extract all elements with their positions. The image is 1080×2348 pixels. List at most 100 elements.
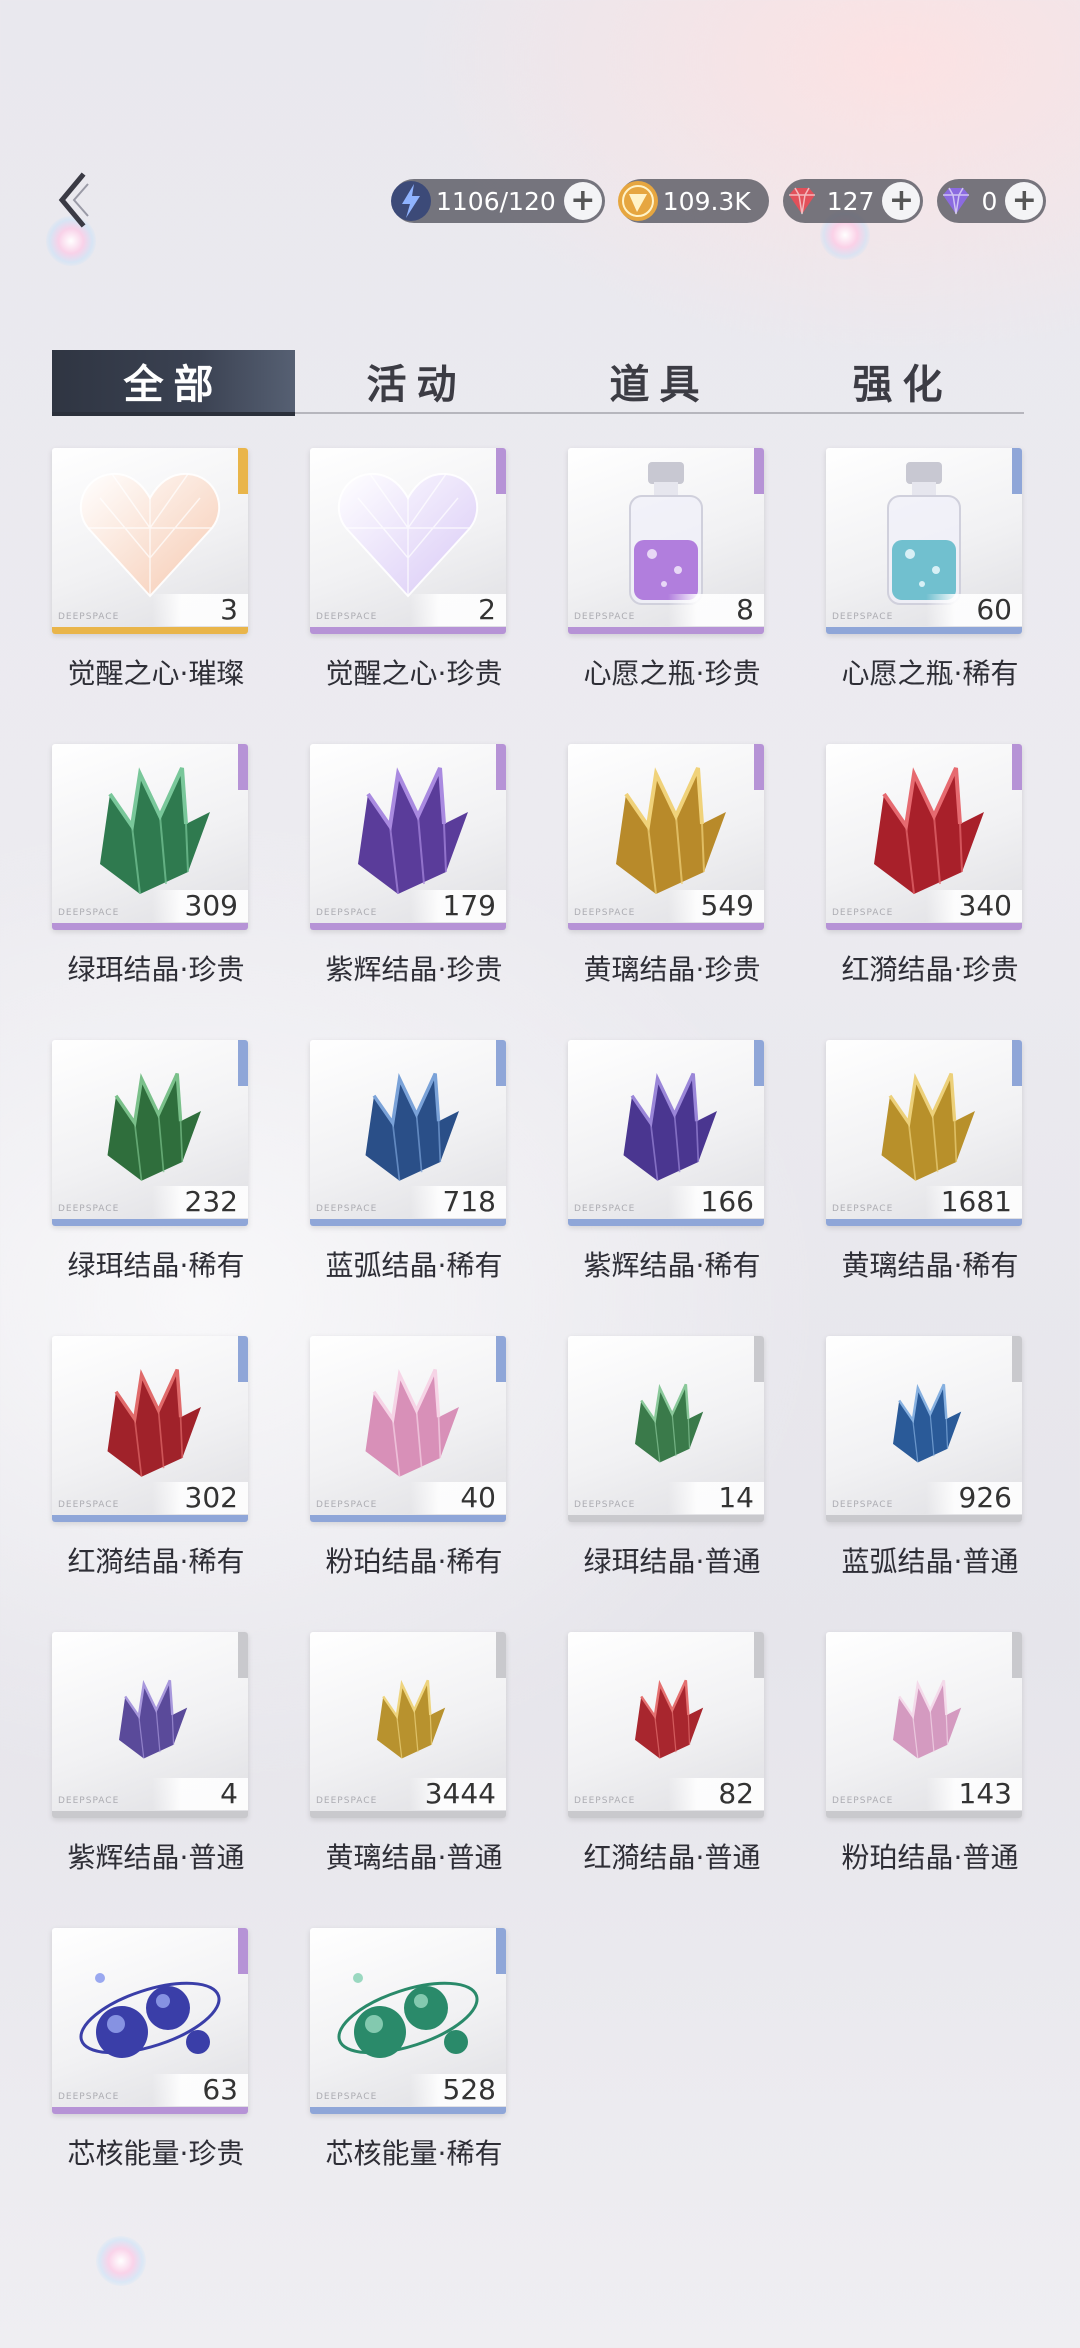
item-card[interactable]: DEEPSPACE 4: [52, 1632, 248, 1818]
currency-red-diamond: 127 +: [782, 179, 924, 223]
item-crystal-mid-icon: [844, 1050, 1004, 1200]
brand-watermark: DEEPSPACE: [58, 908, 120, 918]
inventory-item[interactable]: DEEPSPACE 2 觉醒之心·珍贵: [310, 448, 506, 744]
item-count: 166: [668, 1186, 764, 1218]
item-crystal-mid-icon: [328, 1050, 488, 1200]
inventory-item[interactable]: DEEPSPACE 40 粉珀结晶·稀有: [310, 1336, 506, 1632]
item-card[interactable]: DEEPSPACE 340: [826, 744, 1022, 930]
item-card[interactable]: DEEPSPACE 60: [826, 448, 1022, 634]
inventory-item[interactable]: DEEPSPACE 549 黄璃结晶·珍贵: [568, 744, 764, 1040]
inventory-item[interactable]: DEEPSPACE 4 紫辉结晶·普通: [52, 1632, 248, 1928]
inventory-item[interactable]: DEEPSPACE 179 紫辉结晶·珍贵: [310, 744, 506, 1040]
brand-watermark: DEEPSPACE: [832, 1204, 894, 1214]
add-currency-button[interactable]: +: [563, 182, 602, 220]
item-crystal-mid-icon: [328, 1346, 488, 1496]
inventory-item[interactable]: DEEPSPACE 63 芯核能量·珍贵: [52, 1928, 248, 2224]
item-count: 143: [926, 1778, 1022, 1810]
currency-value: 127: [826, 186, 875, 216]
item-crystal-small-icon: [586, 1642, 746, 1792]
inventory-item[interactable]: DEEPSPACE 926 蓝弧结晶·普通: [826, 1336, 1022, 1632]
brand-watermark: DEEPSPACE: [574, 612, 636, 622]
item-name: 绿珥结晶·稀有: [67, 1249, 245, 1282]
item-crystal-big-icon: [586, 754, 746, 904]
brand-watermark: DEEPSPACE: [574, 908, 636, 918]
item-card[interactable]: DEEPSPACE 8: [568, 448, 764, 634]
tab-3[interactable]: 强化: [781, 350, 1024, 412]
item-card[interactable]: DEEPSPACE 179: [310, 744, 506, 930]
inventory-item[interactable]: DEEPSPACE 3 觉醒之心·璀璨: [52, 448, 248, 744]
item-card[interactable]: DEEPSPACE 2: [310, 448, 506, 634]
inventory-item[interactable]: DEEPSPACE 1681 黄璃结晶·稀有: [826, 1040, 1022, 1336]
rarity-bar: [52, 923, 248, 930]
item-name: 紫辉结晶·普通: [67, 1841, 245, 1874]
rarity-bar: [52, 2107, 248, 2114]
item-name: 芯核能量·珍贵: [67, 2137, 245, 2170]
inventory-item[interactable]: DEEPSPACE 309 绿珥结晶·珍贵: [52, 744, 248, 1040]
item-card[interactable]: DEEPSPACE 302: [52, 1336, 248, 1522]
item-card[interactable]: DEEPSPACE 232: [52, 1040, 248, 1226]
rarity-tag: [496, 1928, 506, 1974]
item-card[interactable]: DEEPSPACE 143: [826, 1632, 1022, 1818]
rarity-tag: [238, 1632, 248, 1678]
rarity-bar: [310, 1515, 506, 1522]
rarity-tag: [496, 448, 506, 494]
back-button[interactable]: [48, 170, 98, 230]
tab-2[interactable]: 道具: [538, 350, 781, 412]
item-name: 芯核能量·稀有: [325, 2137, 503, 2170]
rarity-tag: [238, 744, 248, 790]
item-card[interactable]: DEEPSPACE 166: [568, 1040, 764, 1226]
item-heart-icon: [70, 458, 230, 608]
item-bottle-icon: [844, 458, 1004, 608]
rarity-tag: [1012, 1040, 1022, 1086]
rarity-bar: [52, 1811, 248, 1818]
inventory-item[interactable]: DEEPSPACE 232 绿珥结晶·稀有: [52, 1040, 248, 1336]
item-crystal-small-icon: [844, 1642, 1004, 1792]
item-card[interactable]: DEEPSPACE 82: [568, 1632, 764, 1818]
tab-0[interactable]: 全部: [52, 350, 295, 416]
brand-watermark: DEEPSPACE: [316, 612, 378, 622]
item-card[interactable]: DEEPSPACE 1681: [826, 1040, 1022, 1226]
rarity-bar: [310, 1219, 506, 1226]
item-card[interactable]: DEEPSPACE 718: [310, 1040, 506, 1226]
inventory-item[interactable]: DEEPSPACE 3444 黄璃结晶·普通: [310, 1632, 506, 1928]
item-card[interactable]: DEEPSPACE 309: [52, 744, 248, 930]
inventory-item[interactable]: DEEPSPACE 340 红漪结晶·珍贵: [826, 744, 1022, 1040]
inventory-item[interactable]: DEEPSPACE 528 芯核能量·稀有: [310, 1928, 506, 2224]
tab-1[interactable]: 活动: [295, 350, 538, 412]
item-card[interactable]: DEEPSPACE 3444: [310, 1632, 506, 1818]
item-card[interactable]: DEEPSPACE 528: [310, 1928, 506, 2114]
rarity-bar: [310, 1811, 506, 1818]
item-crystal-mid-icon: [586, 1050, 746, 1200]
item-name: 粉珀结晶·稀有: [325, 1545, 503, 1578]
rarity-tag: [754, 1336, 764, 1382]
brand-watermark: DEEPSPACE: [58, 1500, 120, 1510]
rarity-bar: [568, 923, 764, 930]
inventory-item[interactable]: DEEPSPACE 166 紫辉结晶·稀有: [568, 1040, 764, 1336]
inventory-item[interactable]: DEEPSPACE 60 心愿之瓶·稀有: [826, 448, 1022, 744]
add-currency-button[interactable]: +: [882, 182, 921, 220]
item-count: 3444: [408, 1778, 506, 1810]
currency-gold-coin: 109.3K: [617, 179, 769, 223]
item-card[interactable]: DEEPSPACE 40: [310, 1336, 506, 1522]
brand-watermark: DEEPSPACE: [316, 2092, 378, 2102]
inventory-item[interactable]: DEEPSPACE 718 蓝弧结晶·稀有: [310, 1040, 506, 1336]
item-count: 179: [410, 890, 506, 922]
item-card[interactable]: DEEPSPACE 549: [568, 744, 764, 930]
brand-watermark: DEEPSPACE: [58, 1796, 120, 1806]
rarity-bar: [826, 1219, 1022, 1226]
inventory-item[interactable]: DEEPSPACE 143 粉珀结晶·普通: [826, 1632, 1022, 1928]
item-name: 觉醒之心·璀璨: [67, 657, 245, 690]
item-card[interactable]: DEEPSPACE 63: [52, 1928, 248, 2114]
item-card[interactable]: DEEPSPACE 14: [568, 1336, 764, 1522]
brand-watermark: DEEPSPACE: [316, 908, 378, 918]
add-currency-button[interactable]: +: [1005, 182, 1044, 220]
item-card[interactable]: DEEPSPACE 926: [826, 1336, 1022, 1522]
brand-watermark: DEEPSPACE: [58, 2092, 120, 2102]
inventory-item[interactable]: DEEPSPACE 302 红漪结晶·稀有: [52, 1336, 248, 1632]
item-card[interactable]: DEEPSPACE 3: [52, 448, 248, 634]
item-count: 926: [926, 1482, 1022, 1514]
inventory-item[interactable]: DEEPSPACE 8 心愿之瓶·珍贵: [568, 448, 764, 744]
inventory-item[interactable]: DEEPSPACE 82 红漪结晶·普通: [568, 1632, 764, 1928]
rarity-bar: [826, 1811, 1022, 1818]
inventory-item[interactable]: DEEPSPACE 14 绿珥结晶·普通: [568, 1336, 764, 1632]
